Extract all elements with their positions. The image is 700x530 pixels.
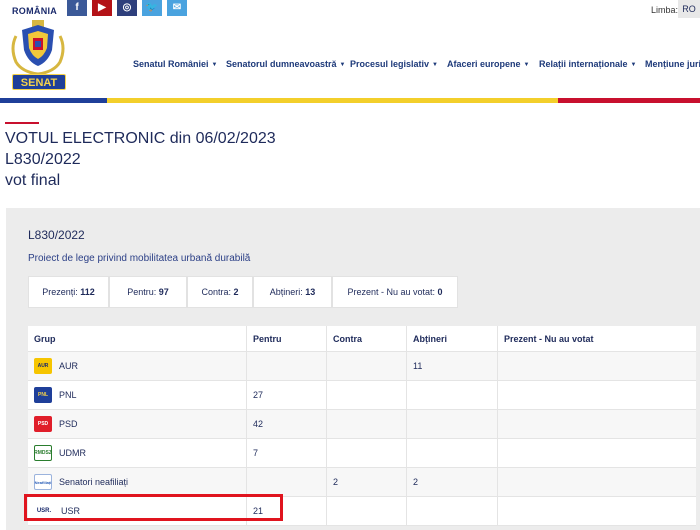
page-title: VOTUL ELECTRONIC din 06/02/2023 L830/202… (5, 128, 276, 191)
cell-prezent (497, 497, 696, 525)
table-row: PSD PSD 42 (28, 410, 696, 439)
cell-contra (326, 439, 406, 467)
header-abtineri: Abțineri (406, 326, 497, 351)
caret-down-icon: ▼ (211, 62, 218, 68)
title-line-type: vot final (5, 172, 61, 189)
group-aur[interactable]: AUR AUR (34, 352, 246, 380)
table-row: AUR AUR 11 (28, 352, 696, 381)
site-header: ROMÂNIA SENAT f ▶ ◎ 🐦 ✉ Limba: RO Senatu… (0, 0, 700, 104)
facebook-icon[interactable]: f (67, 0, 87, 16)
logo-text: ROMÂNIA (12, 6, 58, 16)
group-pnl[interactable]: PNL PNL (34, 381, 246, 409)
table-row: RMDSZ UDMR 7 (28, 439, 696, 468)
email-icon[interactable]: ✉ (167, 0, 187, 16)
pnl-logo-icon: PNL (34, 387, 52, 403)
tricolor-bar (0, 98, 700, 103)
nav-mentiune-juridica[interactable]: Mențiune jurid (645, 59, 700, 69)
cell-abtineri (406, 410, 497, 438)
stat-abtineri: Abțineri: 13 (253, 276, 332, 308)
nav-afaceri-europene[interactable]: Afaceri europene ▼ (447, 59, 529, 69)
cell-prezent (497, 352, 696, 380)
youtube-icon[interactable]: ▶ (92, 0, 112, 16)
tricolor-yellow (107, 98, 558, 103)
table-header-row: Grup Pentru Contra Abțineri Prezent - Nu… (28, 326, 696, 352)
cell-contra (326, 497, 406, 525)
stat-prezent-nu-au-votat: Prezent - Nu au votat: 0 (332, 276, 458, 308)
senat-badge: SENAT (12, 74, 66, 90)
header-contra: Contra (326, 326, 406, 351)
group-psd[interactable]: PSD PSD (34, 410, 246, 438)
cell-abtineri (406, 439, 497, 467)
main-nav: Senatul României ▼ Senatorul dumneavoastr… (0, 59, 700, 73)
cell-contra (326, 410, 406, 438)
law-code: L830/2022 (28, 228, 85, 242)
neafiliati-logo-icon: Neafiliați (34, 474, 52, 490)
nav-procesul-legislativ[interactable]: Procesul legislativ ▼ (350, 59, 438, 69)
cell-pentru (246, 468, 326, 496)
table-row: Neafiliați Senatori neafiliați 2 2 (28, 468, 696, 497)
usr-row-highlight-box (24, 494, 283, 521)
group-neafiliati[interactable]: Neafiliați Senatori neafiliați (34, 468, 246, 496)
table-row: PNL PNL 27 (28, 381, 696, 410)
cell-abtineri (406, 497, 497, 525)
udmr-logo-icon: RMDSZ (34, 445, 52, 461)
stat-pentru: Pentru: 97 (109, 276, 187, 308)
cell-abtineri (406, 381, 497, 409)
cell-pentru (246, 352, 326, 380)
psd-logo-icon: PSD (34, 416, 52, 432)
header-pentru: Pentru (246, 326, 326, 351)
tricolor-red (558, 98, 700, 103)
title-line-vote: VOTUL ELECTRONIC din 06/02/2023 (5, 130, 276, 147)
cell-contra (326, 381, 406, 409)
caret-down-icon: ▼ (432, 62, 438, 68)
cell-contra: 2 (326, 468, 406, 496)
header-prezent: Prezent - Nu au votat (497, 326, 696, 351)
tricolor-blue (0, 98, 107, 103)
law-description[interactable]: Proiect de lege privind mobilitatea urba… (28, 253, 250, 264)
cell-pentru: 7 (246, 439, 326, 467)
senate-logo[interactable]: ROMÂNIA SENAT (2, 2, 74, 94)
cell-contra (326, 352, 406, 380)
caret-down-icon: ▼ (523, 62, 530, 68)
cell-pentru: 27 (246, 381, 326, 409)
title-line-law: L830/2022 (5, 151, 81, 168)
title-accent-line (5, 122, 39, 124)
header-grup: Grup (34, 334, 56, 344)
cell-prezent (497, 410, 696, 438)
caret-down-icon: ▼ (339, 62, 346, 68)
nav-senatul-romaniei[interactable]: Senatul României ▼ (133, 59, 217, 69)
language-selector[interactable]: RO (678, 0, 700, 18)
cell-abtineri: 2 (406, 468, 497, 496)
aur-logo-icon: AUR (34, 358, 52, 374)
instagram-icon[interactable]: ◎ (117, 0, 137, 16)
language-label: Limba: (651, 5, 679, 15)
stat-contra: Contra: 2 (187, 276, 253, 308)
cell-pentru: 42 (246, 410, 326, 438)
cell-prezent (497, 381, 696, 409)
cell-prezent (497, 468, 696, 496)
group-udmr[interactable]: RMDSZ UDMR (34, 439, 246, 467)
stat-prezenti: Prezenți: 112 (28, 276, 109, 308)
twitter-icon[interactable]: 🐦 (142, 0, 162, 16)
nav-relatii-internationale[interactable]: Relații internaționale ▼ (539, 59, 636, 69)
nav-senatorul-dumneavoastra[interactable]: Senatorul dumneavoastră ▼ (226, 59, 345, 69)
cell-prezent (497, 439, 696, 467)
cell-abtineri: 11 (406, 352, 497, 380)
caret-down-icon: ▼ (630, 62, 637, 68)
vote-panel: L830/2022 Proiect de lege privind mobili… (6, 208, 700, 530)
